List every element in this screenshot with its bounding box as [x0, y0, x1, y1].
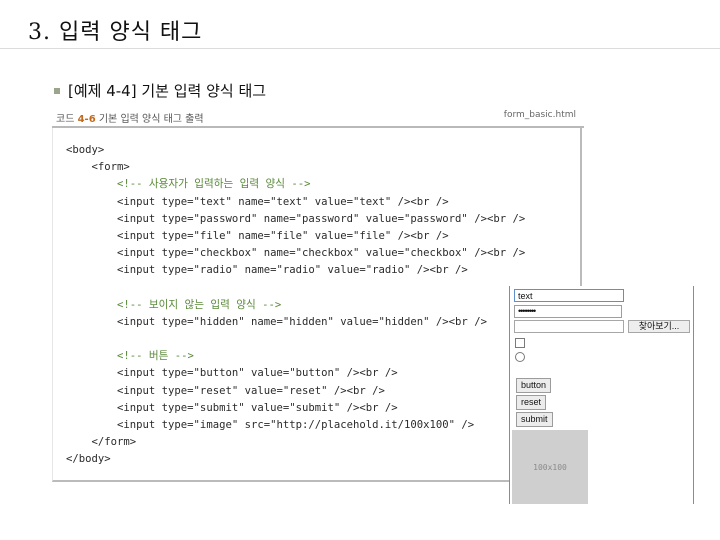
code-line: <!-- 보이지 않는 입력 양식 --> [66, 298, 282, 311]
code-line: <input type="file" name="file" value="fi… [66, 229, 449, 242]
preview-reset-button[interactable]: reset [516, 395, 547, 410]
slide-title: 3. 입력 양식 태그 [28, 20, 203, 45]
code-line: <input type="radio" name="radio" value="… [66, 264, 468, 277]
code-filename: form_basic.html [503, 110, 576, 120]
code-line: <input type="image" src="http://placehol… [66, 419, 475, 431]
code-caption: 코드 4-6 기본 입력 양식 태그 출력 [56, 110, 204, 125]
code-line: <input type="hidden" name="hidden" value… [66, 315, 487, 328]
preview-checkbox[interactable] [515, 338, 525, 348]
bullet-square-icon [54, 87, 60, 94]
code-line: <input type="submit" value="submit" /><b… [66, 401, 398, 414]
code-caption-prefix: 코드 [56, 114, 75, 125]
code-header: 코드 4-6 기본 입력 양식 태그 출력 form_basic.html [56, 108, 580, 128]
code-line: </body> [66, 453, 111, 466]
code-line: <form> [66, 161, 130, 174]
preview-file-input[interactable] [514, 320, 624, 333]
code-caption-text: 기본 입력 양식 태그 출력 [98, 114, 204, 125]
code-line: <input type="reset" value="reset" /><br … [66, 384, 385, 397]
title-divider [0, 48, 720, 49]
code-line: <!-- 사용자가 입력하는 입력 양식 --> [66, 178, 311, 191]
preview-radio[interactable] [515, 352, 525, 362]
preview-file-browse-button[interactable]: 찾아보기... [628, 320, 690, 333]
code-caption-number: 4-6 [77, 114, 96, 125]
code-line: <input type="checkbox" name="checkbox" v… [66, 247, 526, 260]
code-line: </form> [66, 436, 137, 449]
preview-image-label: 100x100 [533, 462, 567, 472]
code-listing: <body> <form> <!-- 사용자가 입력하는 입력 양식 --> <… [66, 142, 525, 469]
preview-button-button[interactable]: button [516, 378, 552, 393]
code-line: <body> [66, 144, 105, 156]
example-heading: [예제 4-4] 기본 입력 양식 태그 [54, 80, 266, 101]
example-heading-text: [예제 4-4] 기본 입력 양식 태그 [68, 82, 267, 100]
code-line: <input type="button" value="button" /><b… [66, 367, 398, 380]
preview-image-input[interactable]: 100x100 [512, 430, 588, 504]
preview-text-input[interactable]: text [514, 289, 624, 302]
code-line: <!-- 버튼 --> [66, 350, 194, 363]
code-line: <input type="password" name="password" v… [66, 212, 526, 225]
preview-password-input[interactable]: •••••••• [514, 305, 622, 318]
preview-submit-button[interactable]: submit [516, 412, 553, 427]
browser-preview: text •••••••• 찾아보기... button reset submi… [509, 286, 694, 504]
code-line: <input type="text" name="text" value="te… [66, 195, 449, 208]
